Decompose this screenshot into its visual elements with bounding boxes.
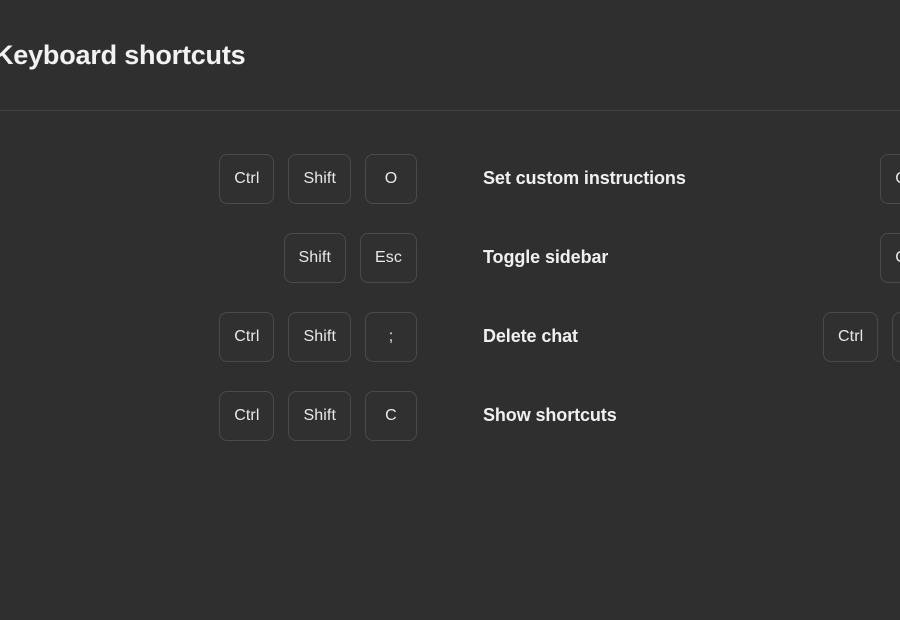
shortcut-row: Set custom instructions Ctrl Shift I [479, 139, 900, 218]
key-cap: ; [365, 312, 417, 362]
key-cap: Shift [892, 312, 900, 362]
key-cap: Shift [288, 312, 351, 362]
key-cap: Shift [288, 391, 351, 441]
page-title: Keyboard shortcuts [0, 40, 245, 71]
shortcut-row: Copy last response Ctrl Shift C [0, 376, 421, 455]
shortcut-label: Delete chat [483, 326, 578, 347]
keyboard-shortcuts-dialog: Keyboard shortcuts Open new chat Ctrl Sh… [0, 0, 900, 620]
shortcut-keys: Ctrl Shift ; [219, 312, 417, 362]
key-cap: C [365, 391, 417, 441]
shortcut-row: Copy last code block Ctrl Shift ; [0, 297, 421, 376]
shortcut-label: Toggle sidebar [483, 247, 608, 268]
shortcut-row: Toggle sidebar Ctrl Shift S [479, 218, 900, 297]
key-cap: Shift [288, 154, 351, 204]
key-cap: Ctrl [880, 233, 900, 283]
key-cap: Shift [284, 233, 347, 283]
shortcut-keys: Ctrl Shift Backspace [823, 312, 900, 362]
key-cap: Ctrl [219, 391, 274, 441]
shortcut-keys: Shift Esc [284, 233, 418, 283]
shortcut-keys: Ctrl Shift C [219, 391, 417, 441]
key-cap: O [365, 154, 417, 204]
shortcut-row: Show shortcuts Ctrl / [479, 376, 900, 455]
shortcut-label: Show shortcuts [483, 405, 617, 426]
shortcut-row: Focus chat input Shift Esc [0, 218, 421, 297]
key-cap: Ctrl [823, 312, 878, 362]
key-cap: Ctrl [219, 154, 274, 204]
shortcut-row: Open new chat Ctrl Shift O [0, 139, 421, 218]
shortcut-label: Set custom instructions [483, 168, 686, 189]
shortcuts-grid: Open new chat Ctrl Shift O Set custom in… [0, 139, 900, 455]
key-cap: Ctrl [880, 154, 900, 204]
key-cap: Esc [360, 233, 417, 283]
shortcut-keys: Ctrl Shift I [880, 154, 900, 204]
dialog-body: Open new chat Ctrl Shift O Set custom in… [0, 111, 900, 479]
shortcut-row: Delete chat Ctrl Shift Backspace [479, 297, 900, 376]
key-cap: Ctrl [219, 312, 274, 362]
shortcut-keys: Ctrl Shift O [219, 154, 417, 204]
dialog-header: Keyboard shortcuts [0, 0, 900, 111]
shortcut-keys: Ctrl Shift S [880, 233, 900, 283]
